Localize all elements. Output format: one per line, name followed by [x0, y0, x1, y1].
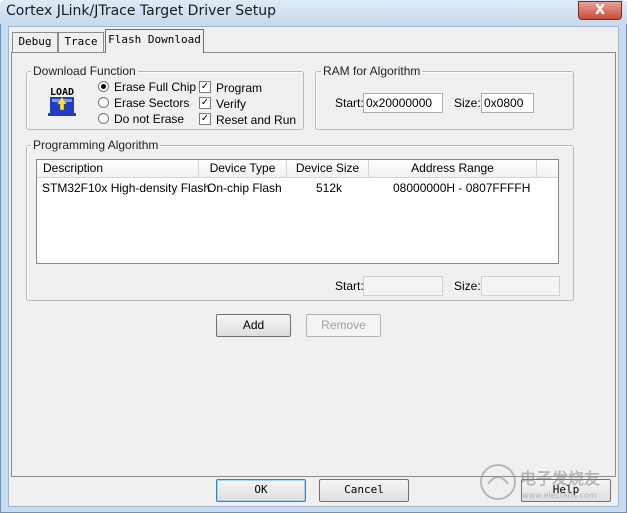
algorithm-size-label: Size: [454, 279, 481, 293]
ram-start-label: Start: [335, 96, 364, 110]
close-icon: X [594, 3, 606, 18]
tab-trace-label: Trace [64, 35, 98, 48]
ram-start-input[interactable]: 0x20000000 [363, 93, 443, 113]
tab-flash-download-label: Flash Download [108, 33, 201, 46]
ram-for-algorithm-legend: RAM for Algorithm [321, 64, 423, 78]
algorithm-start-input[interactable] [363, 276, 443, 296]
window-title: Cortex JLink/JTrace Target Driver Setup [6, 3, 276, 19]
cancel-button[interactable]: Cancel [319, 479, 409, 502]
column-header-address-range[interactable]: Address Range [369, 160, 537, 178]
ram-size-input[interactable]: 0x0800 [481, 93, 534, 113]
column-header-filler [537, 160, 558, 178]
column-header-device-type-label: Device Type [209, 161, 276, 175]
program-label[interactable]: Program [216, 81, 262, 95]
tab-debug-label: Debug [18, 35, 52, 48]
ok-button[interactable]: OK [216, 479, 306, 502]
column-header-device-size-label: Device Size [295, 161, 360, 175]
column-header-device-type[interactable]: Device Type [199, 160, 287, 178]
erase-sectors-radio[interactable] [98, 97, 109, 108]
tab-flash-download[interactable]: Flash Download [105, 29, 204, 53]
erase-full-chip-radio[interactable] [98, 81, 109, 92]
download-function-legend: Download Function [31, 64, 138, 78]
erase-full-chip-label[interactable]: Erase Full Chip [114, 80, 196, 94]
column-header-device-size[interactable]: Device Size [287, 160, 369, 178]
tab-debug[interactable]: Debug [12, 32, 58, 52]
tab-trace[interactable]: Trace [58, 32, 104, 52]
column-header-address-range-label: Address Range [411, 161, 494, 175]
row-description: STM32F10x High-density Flash [42, 181, 211, 195]
ram-size-label: Size: [454, 96, 481, 110]
close-button[interactable]: X [578, 1, 622, 20]
load-icon: LOAD [45, 84, 79, 118]
table-row[interactable]: STM32F10x High-density Flash On-chip Fla… [37, 179, 558, 196]
erase-sectors-label[interactable]: Erase Sectors [114, 96, 189, 110]
verify-label[interactable]: Verify [216, 97, 246, 111]
remove-button[interactable]: Remove [306, 314, 381, 337]
row-device-type: On-chip Flash [207, 181, 282, 195]
load-icon-text: LOAD [50, 87, 74, 98]
title-bar[interactable]: Cortex JLink/JTrace Target Driver Setup … [0, 0, 627, 24]
verify-checkbox[interactable]: ✓ [199, 97, 211, 109]
watermark-text: 电子发烧友 [520, 469, 601, 488]
watermark-url: www.elecfans.com [522, 491, 597, 500]
programming-algorithm-legend: Programming Algorithm [31, 138, 161, 152]
watermark-logo: 电子发烧友 www.elecfans.com [480, 464, 601, 500]
algorithm-size-input[interactable] [481, 276, 560, 296]
reset-and-run-checkbox[interactable]: ✓ [199, 113, 211, 125]
column-header-description[interactable]: Description [37, 160, 199, 178]
program-checkbox[interactable]: ✓ [199, 81, 211, 93]
reset-and-run-label[interactable]: Reset and Run [216, 113, 296, 127]
do-not-erase-radio[interactable] [98, 113, 109, 124]
algorithm-start-label: Start: [335, 279, 364, 293]
add-button[interactable]: Add [216, 314, 291, 337]
algorithm-list[interactable]: Description Device Type Device Size Addr… [36, 159, 559, 264]
row-device-size: 512k [316, 181, 343, 195]
do-not-erase-label[interactable]: Do not Erase [114, 112, 184, 126]
row-address-range: 08000000H - 0807FFFFH [393, 181, 531, 195]
column-header-description-label: Description [43, 161, 104, 175]
